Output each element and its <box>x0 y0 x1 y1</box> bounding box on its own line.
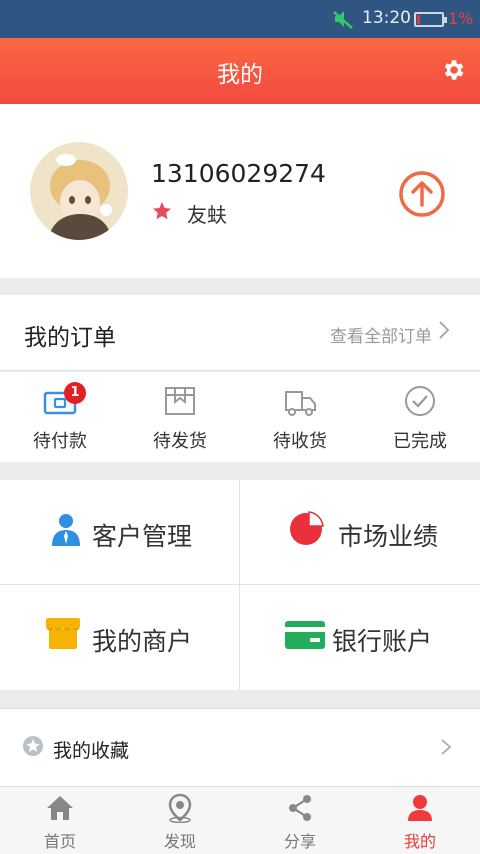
tab-mine-label: 我的 <box>403 832 436 851</box>
feature-grid: 客户管理 市场业绩 我的商户 银行账户 <box>0 480 480 690</box>
order-pending-payment-label: 待付款 <box>33 431 87 452</box>
location-icon <box>168 793 192 823</box>
customer-management-button[interactable]: 客户管理 <box>0 480 240 585</box>
market-performance-label: 市场业绩 <box>338 522 439 551</box>
package-icon <box>165 387 195 415</box>
order-status-row: 1 待付款 待发货 待收货 已完成 <box>0 372 480 462</box>
user-icon <box>408 795 432 821</box>
order-pending-receipt[interactable]: 待收货 <box>240 372 360 462</box>
customer-management-label: 客户管理 <box>92 522 193 551</box>
page-title: 我的 <box>217 62 263 88</box>
tab-share[interactable]: 分享 <box>240 787 360 854</box>
bottom-tab-bar: 首页 发现 分享 我的 <box>0 786 480 854</box>
battery-icon <box>414 12 447 27</box>
tab-discover-label: 发现 <box>163 832 196 851</box>
favorites-row[interactable]: 我的收藏 <box>0 708 480 786</box>
order-pending-receipt-label: 待收货 <box>273 431 327 452</box>
orders-header[interactable]: 我的订单 查看全部订单 <box>0 295 480 371</box>
star-icon <box>153 202 171 220</box>
share-icon <box>289 795 311 821</box>
star-circle-icon <box>23 736 43 756</box>
check-circle-icon <box>405 386 435 416</box>
view-all-orders-link[interactable]: 查看全部订单 <box>330 322 432 347</box>
tab-home[interactable]: 首页 <box>0 787 120 854</box>
orders-title: 我的订单 <box>24 325 116 351</box>
order-pending-payment[interactable]: 1 待付款 <box>0 372 120 462</box>
my-merchants-button[interactable]: 我的商户 <box>0 585 240 690</box>
status-time: 13:20 <box>362 8 411 28</box>
order-pending-shipment-label: 待发货 <box>153 431 207 452</box>
chevron-right-icon <box>441 739 452 755</box>
person-icon <box>52 514 80 546</box>
order-pending-shipment[interactable]: 待发货 <box>120 372 240 462</box>
pie-chart-icon <box>290 511 324 545</box>
favorites-label: 我的收藏 <box>53 740 130 762</box>
upgrade-arrow-icon[interactable] <box>398 170 446 218</box>
unread-badge: 1 <box>64 382 86 404</box>
user-phone: 13106029274 <box>151 159 326 188</box>
title-bar: 我的 <box>0 38 480 104</box>
mute-icon <box>333 11 353 29</box>
settings-gear-icon[interactable] <box>440 57 466 83</box>
tab-discover[interactable]: 发现 <box>120 787 240 854</box>
bank-account-label: 银行账户 <box>332 627 433 656</box>
profile-card: 13106029274 友蚨 <box>0 104 480 278</box>
truck-icon <box>285 391 316 416</box>
battery-percent: 1% <box>448 9 474 28</box>
bank-card-icon <box>285 621 325 649</box>
tab-share-label: 分享 <box>283 832 316 851</box>
home-icon <box>47 796 73 820</box>
order-completed-label: 已完成 <box>393 431 447 452</box>
my-merchants-label: 我的商户 <box>92 627 193 656</box>
status-bar: 13:20 1% <box>0 0 480 38</box>
market-performance-button[interactable]: 市场业绩 <box>240 480 480 585</box>
avatar[interactable] <box>30 142 128 240</box>
chevron-right-icon <box>439 321 450 339</box>
tab-mine[interactable]: 我的 <box>360 787 480 854</box>
bank-account-button[interactable]: 银行账户 <box>240 585 480 690</box>
tab-home-label: 首页 <box>43 832 76 851</box>
level-label: 友蚨 <box>187 203 227 227</box>
order-completed[interactable]: 已完成 <box>360 372 480 462</box>
store-icon <box>46 618 80 649</box>
